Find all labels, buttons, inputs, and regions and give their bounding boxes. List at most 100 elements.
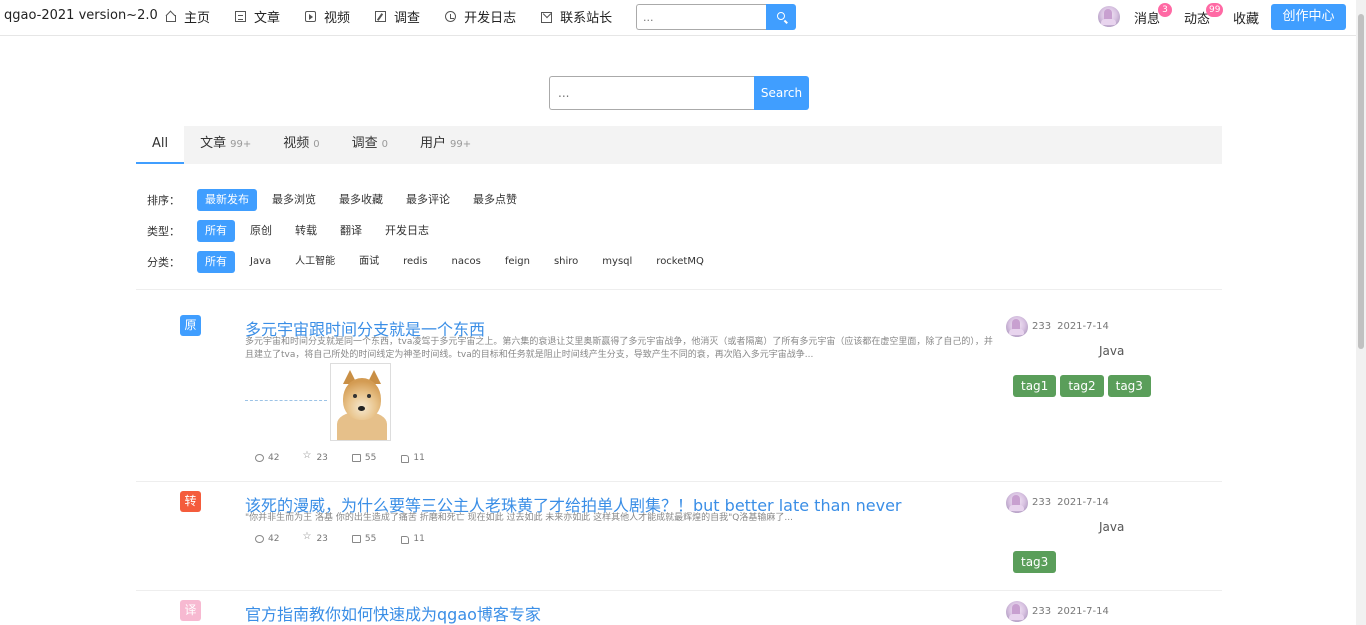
- type-filter-label: 类型：: [147, 225, 180, 238]
- create-center-button[interactable]: 创作中心: [1271, 4, 1346, 30]
- article-category[interactable]: Java: [1099, 344, 1124, 358]
- main-nav: 主页 文章 视频 调查 开发日志 联系站长: [165, 7, 637, 26]
- tab-articles[interactable]: 文章 99+: [184, 126, 267, 164]
- article-thumbnail-small[interactable]: [245, 400, 327, 404]
- top-search-input[interactable]: [636, 4, 766, 30]
- nav-devlog-label: 开发日志: [464, 11, 517, 26]
- tab-users[interactable]: 用户 99+: [404, 126, 487, 164]
- brand-logo[interactable]: qgao-2021 version~2.0: [4, 8, 158, 23]
- comments-stat[interactable]: 55: [351, 534, 376, 544]
- tag-chip[interactable]: tag3: [1107, 375, 1151, 397]
- category-option-java[interactable]: Java: [242, 251, 279, 273]
- type-option-translation[interactable]: 翻译: [332, 220, 370, 242]
- home-icon: [165, 11, 176, 22]
- likes-stat[interactable]: 11: [400, 453, 425, 463]
- sort-option-likes[interactable]: 最多点赞: [465, 189, 525, 211]
- tab-videos-label: 视频: [283, 136, 310, 151]
- favorites-link[interactable]: 收藏: [1233, 8, 1259, 27]
- user-avatar[interactable]: [1098, 6, 1120, 28]
- sort-option-favorites[interactable]: 最多收藏: [331, 189, 391, 211]
- tab-videos[interactable]: 视频 0: [267, 126, 335, 164]
- type-option-repost[interactable]: 转载: [287, 220, 325, 242]
- views-stat: 42: [255, 534, 279, 544]
- article-title[interactable]: 官方指南教你如何快速成为qgao博客专家: [245, 601, 541, 625]
- nav-home[interactable]: 主页: [165, 7, 210, 26]
- category-option-nacos[interactable]: nacos: [444, 251, 489, 273]
- category-option-feign[interactable]: feign: [497, 251, 538, 273]
- tab-all[interactable]: All: [136, 126, 185, 164]
- author-avatar[interactable]: [1006, 601, 1028, 623]
- article-summary: 多元宇宙和时间分支就是同一个东西，tva凌驾于多元宇宙之上。第六集的衰退让艾里奥…: [245, 337, 993, 360]
- top-search-button[interactable]: [766, 4, 796, 30]
- sort-filter: 排序： 最新发布 最多浏览 最多收藏 最多评论 最多点赞: [147, 189, 532, 211]
- page-scrollbar[interactable]: [1356, 0, 1366, 625]
- sort-option-latest[interactable]: 最新发布: [197, 189, 257, 211]
- nav-articles[interactable]: 文章: [235, 7, 280, 26]
- activity-link[interactable]: 动态 99: [1184, 3, 1224, 27]
- stars-count: 23: [316, 453, 328, 463]
- category-option-all[interactable]: 所有: [197, 251, 235, 273]
- messages-badge: 3: [1158, 3, 1172, 17]
- comment-icon: [351, 535, 361, 543]
- result-tabs: All 文章 99+ 视频 0 调查 0 用户 99+: [136, 126, 1222, 164]
- nav-videos[interactable]: 视频: [305, 7, 350, 26]
- author-avatar[interactable]: [1006, 316, 1028, 338]
- nav-surveys[interactable]: 调查: [375, 7, 420, 26]
- category-option-rocketmq[interactable]: rocketMQ: [648, 251, 712, 273]
- article-meta: 233 2021-7-14: [1032, 497, 1109, 508]
- category-option-ai[interactable]: 人工智能: [287, 251, 343, 273]
- likes-count: 11: [413, 453, 425, 463]
- messages-link[interactable]: 消息 3: [1134, 3, 1172, 27]
- tab-surveys[interactable]: 调查 0: [336, 126, 404, 164]
- thumbs-up-icon: [400, 535, 410, 544]
- views-count: 42: [268, 453, 280, 463]
- main-search-input[interactable]: [549, 76, 754, 110]
- likes-stat[interactable]: 11: [400, 534, 425, 544]
- scrollbar-thumb[interactable]: [1358, 14, 1364, 349]
- category-option-interview[interactable]: 面试: [351, 251, 387, 273]
- article-thumbnail-image[interactable]: [330, 363, 391, 441]
- star-icon: [302, 531, 312, 543]
- sort-filter-label: 排序：: [147, 194, 180, 207]
- sort-option-views[interactable]: 最多浏览: [264, 189, 324, 211]
- type-badge-repost: 转: [180, 491, 201, 512]
- tag-chip[interactable]: tag1: [1013, 375, 1057, 397]
- type-option-all[interactable]: 所有: [197, 220, 235, 242]
- type-option-original[interactable]: 原创: [242, 220, 280, 242]
- nav-contact[interactable]: 联系站长: [541, 7, 612, 26]
- article-tags: tag3: [1013, 551, 1060, 573]
- type-badge-translation: 译: [180, 600, 201, 621]
- category-option-redis[interactable]: redis: [395, 251, 435, 273]
- type-option-devlog[interactable]: 开发日志: [377, 220, 437, 242]
- tab-users-label: 用户: [420, 136, 447, 151]
- stars-stat[interactable]: 23: [302, 450, 328, 463]
- nav-videos-label: 视频: [324, 11, 351, 26]
- tab-articles-label: 文章: [200, 136, 227, 151]
- author-id: 233: [1032, 497, 1052, 508]
- article-meta: 233 2021-7-14: [1032, 321, 1109, 332]
- author-avatar[interactable]: [1006, 492, 1028, 514]
- article-category[interactable]: Java: [1099, 520, 1124, 534]
- article-meta: 233 2021-7-14: [1032, 606, 1109, 617]
- tab-all-label: All: [152, 136, 169, 151]
- tab-users-count: 99+: [450, 139, 472, 150]
- category-option-mysql[interactable]: mysql: [594, 251, 640, 273]
- stars-stat[interactable]: 23: [302, 531, 327, 544]
- sort-option-comments[interactable]: 最多评论: [398, 189, 458, 211]
- tag-chip[interactable]: tag3: [1013, 551, 1057, 573]
- comments-stat[interactable]: 55: [351, 453, 377, 463]
- tab-articles-count: 99+: [230, 139, 252, 150]
- comments-count: 55: [364, 453, 377, 463]
- thumbs-up-icon: [400, 454, 410, 463]
- eye-icon: [255, 535, 264, 543]
- publish-date: 2021-7-14: [1057, 606, 1109, 617]
- activity-label: 动态: [1184, 12, 1211, 27]
- eye-icon: [255, 454, 264, 462]
- nav-devlog[interactable]: 开发日志: [445, 7, 516, 26]
- tag-chip[interactable]: tag2: [1060, 375, 1104, 397]
- article-summary: "你并非生而为王 洛基 你的出生造成了痛苦 折磨和死亡 现在如此 过去如此 未来…: [245, 513, 793, 523]
- top-search: [636, 4, 796, 30]
- top-navbar: qgao-2021 version~2.0 主页 文章 视频 调查 开发日志 联…: [0, 0, 1356, 36]
- main-search-button[interactable]: Search: [754, 76, 809, 110]
- category-option-shiro[interactable]: shiro: [546, 251, 586, 273]
